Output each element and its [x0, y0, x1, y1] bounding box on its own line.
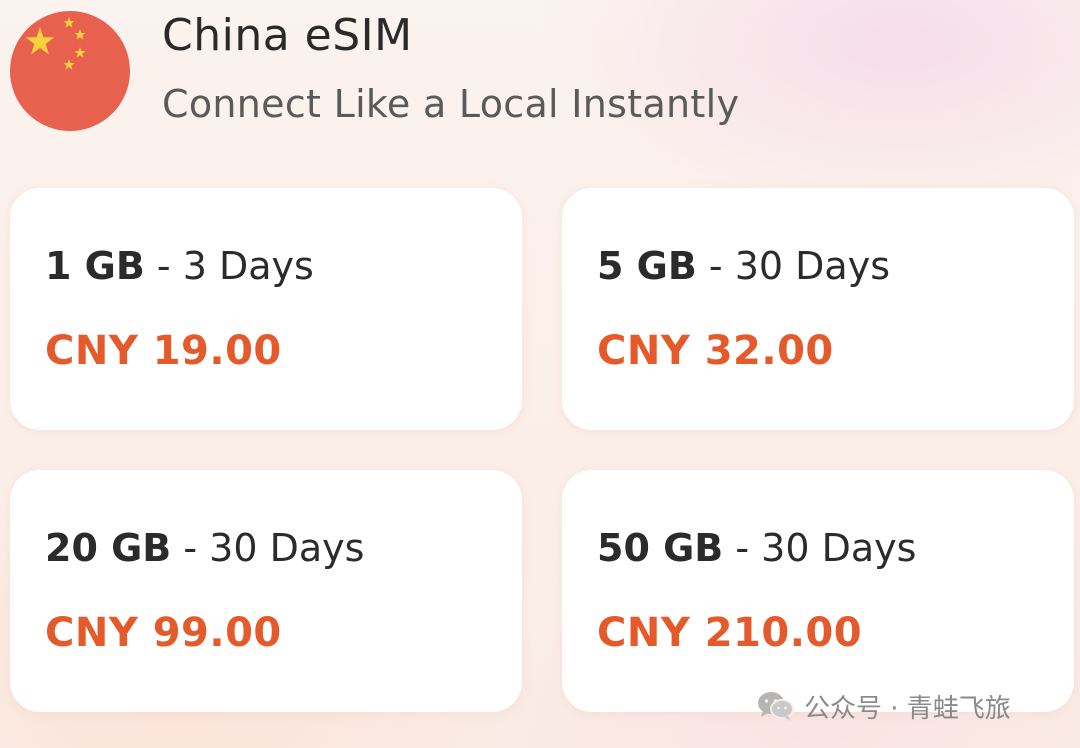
plan-price: CNY 32.00: [597, 328, 834, 374]
plan-data-amount: 20 GB: [45, 526, 172, 570]
plan-duration: 30 Days: [209, 526, 365, 570]
plan-label: 1 GB - 3 Days: [45, 244, 314, 288]
watermark-text: 公众号 · 青蛙飞旅: [804, 693, 1011, 724]
plan-card-5gb[interactable]: 5 GB - 30 Days CNY 32.00: [562, 188, 1074, 430]
plan-separator: -: [708, 244, 723, 288]
plan-label: 5 GB - 30 Days: [597, 244, 890, 288]
watermark: 公众号 · 青蛙飞旅: [756, 688, 1011, 724]
plan-separator: -: [183, 526, 198, 570]
plan-label: 20 GB - 30 Days: [45, 526, 364, 570]
plan-duration: 30 Days: [734, 244, 890, 288]
page-subtitle: Connect Like a Local Instantly: [162, 82, 740, 126]
wechat-icon: [756, 690, 796, 722]
plan-data-amount: 5 GB: [597, 244, 697, 288]
plan-card-20gb[interactable]: 20 GB - 30 Days CNY 99.00: [10, 470, 522, 712]
plan-card-1gb[interactable]: 1 GB - 3 Days CNY 19.00: [10, 188, 522, 430]
plan-data-amount: 50 GB: [597, 526, 724, 570]
plan-data-amount: 1 GB: [45, 244, 145, 288]
plan-separator: -: [156, 244, 171, 288]
plan-price: CNY 19.00: [45, 328, 282, 374]
plan-price: CNY 99.00: [45, 610, 282, 656]
plan-card-50gb[interactable]: 50 GB - 30 Days CNY 210.00: [562, 470, 1074, 712]
plan-label: 50 GB - 30 Days: [597, 526, 916, 570]
plan-separator: -: [735, 526, 750, 570]
china-flag-icon: [10, 11, 130, 131]
header: China eSIM Connect Like a Local Instantl…: [0, 0, 1080, 150]
plan-duration: 30 Days: [761, 526, 917, 570]
page-title: China eSIM: [162, 10, 413, 61]
plan-duration: 3 Days: [182, 244, 314, 288]
plan-price: CNY 210.00: [597, 610, 863, 656]
